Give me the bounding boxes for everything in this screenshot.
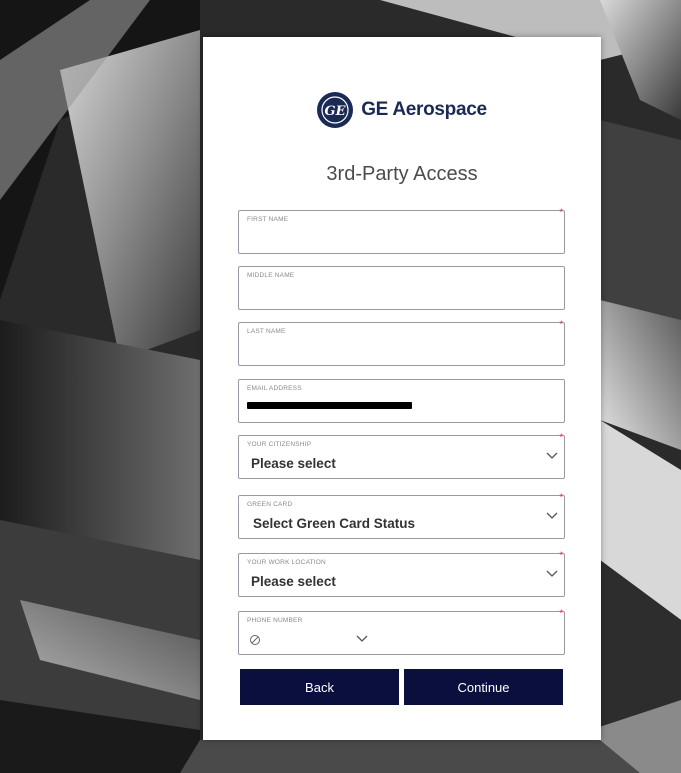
no-flag-icon bbox=[250, 635, 260, 645]
green-card-select[interactable]: GREEN CARD * Select Green Card Status bbox=[238, 492, 565, 539]
first-name-label: FIRST NAME bbox=[247, 216, 289, 223]
middle-name-input[interactable] bbox=[247, 284, 556, 304]
citizenship-select[interactable]: YOUR CITIZENSHIP * Please select bbox=[238, 432, 565, 479]
last-name-label: LAST NAME bbox=[247, 328, 286, 335]
citizenship-value: Please select bbox=[251, 456, 336, 471]
back-button[interactable]: Back bbox=[240, 669, 399, 705]
ge-monogram-svg: GE bbox=[321, 96, 349, 124]
required-marker: * bbox=[559, 319, 563, 329]
citizenship-label: YOUR CITIZENSHIP bbox=[247, 441, 312, 448]
ge-monogram-icon: GE bbox=[317, 92, 354, 128]
first-name-field[interactable]: FIRST NAME * bbox=[238, 207, 565, 254]
work-location-value: Please select bbox=[251, 574, 336, 589]
svg-text:GE: GE bbox=[325, 104, 347, 119]
required-marker: * bbox=[559, 492, 563, 502]
email-label: EMAIL ADDRESS bbox=[247, 385, 302, 392]
page-title: 3rd-Party Access bbox=[326, 163, 478, 185]
work-location-select[interactable]: YOUR WORK LOCATION * Please select bbox=[238, 550, 565, 597]
middle-name-label: MIDDLE NAME bbox=[247, 272, 295, 279]
last-name-input[interactable] bbox=[247, 340, 556, 360]
brand-logo: GE GE Aerospace bbox=[203, 90, 601, 130]
access-form-card: GE GE Aerospace 3rd-Party Access FIRST N… bbox=[203, 37, 601, 740]
chevron-down-icon bbox=[356, 635, 368, 642]
chevron-down-icon bbox=[546, 512, 558, 519]
chevron-down-icon bbox=[546, 570, 558, 577]
last-name-field[interactable]: LAST NAME * bbox=[238, 319, 565, 366]
brand-name: GE Aerospace bbox=[361, 99, 487, 120]
required-marker: * bbox=[559, 207, 563, 217]
work-location-label: YOUR WORK LOCATION bbox=[247, 559, 326, 566]
phone-field[interactable]: PHONE NUMBER * bbox=[238, 608, 565, 655]
green-card-label: GREEN CARD bbox=[247, 501, 293, 508]
email-field[interactable]: EMAIL ADDRESS bbox=[238, 379, 565, 423]
green-card-value: Select Green Card Status bbox=[253, 516, 416, 531]
chevron-down-icon bbox=[546, 452, 558, 459]
required-marker: * bbox=[559, 432, 563, 442]
continue-button[interactable]: Continue bbox=[404, 669, 563, 705]
country-code-select[interactable] bbox=[249, 632, 369, 650]
middle-name-field[interactable]: MIDDLE NAME bbox=[238, 266, 565, 310]
required-marker: * bbox=[559, 608, 563, 618]
required-marker: * bbox=[559, 550, 563, 560]
redaction-bar bbox=[247, 402, 412, 409]
phone-label: PHONE NUMBER bbox=[247, 617, 303, 624]
first-name-input[interactable] bbox=[247, 228, 556, 248]
